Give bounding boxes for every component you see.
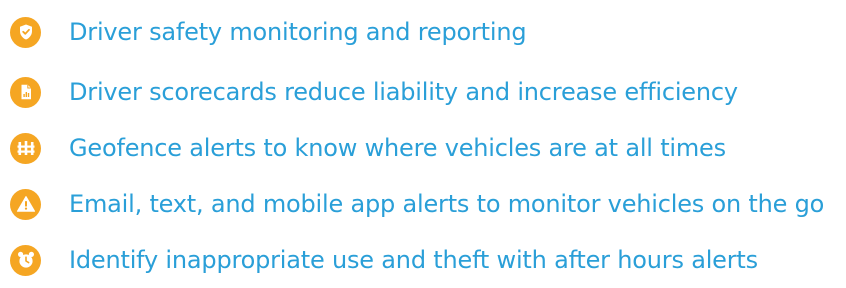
- shield-check-icon: [10, 16, 41, 48]
- feature-text: Geofence alerts to know where vehicles a…: [69, 134, 726, 162]
- feature-item-mobile-alerts: Email, text, and mobile app alerts to mo…: [10, 176, 846, 232]
- alarm-clock-icon: [10, 244, 41, 276]
- warning-triangle-icon: [10, 188, 41, 220]
- feature-item-driver-scorecards: Driver scorecards reduce liability and i…: [10, 64, 846, 120]
- feature-text: Driver scorecards reduce liability and i…: [69, 78, 738, 106]
- report-chart-icon: [10, 76, 41, 108]
- feature-text: Driver safety monitoring and reporting: [69, 18, 527, 46]
- feature-text: Identify inappropriate use and theft wit…: [69, 246, 758, 274]
- feature-list: Driver safety monitoring and reporting D…: [10, 0, 846, 288]
- fence-icon: [10, 132, 41, 164]
- feature-item-after-hours-alerts: Identify inappropriate use and theft wit…: [10, 232, 846, 288]
- feature-text: Email, text, and mobile app alerts to mo…: [69, 190, 825, 218]
- feature-item-geofence-alerts: Geofence alerts to know where vehicles a…: [10, 120, 846, 176]
- feature-item-safety-monitoring: Driver safety monitoring and reporting: [10, 0, 846, 64]
